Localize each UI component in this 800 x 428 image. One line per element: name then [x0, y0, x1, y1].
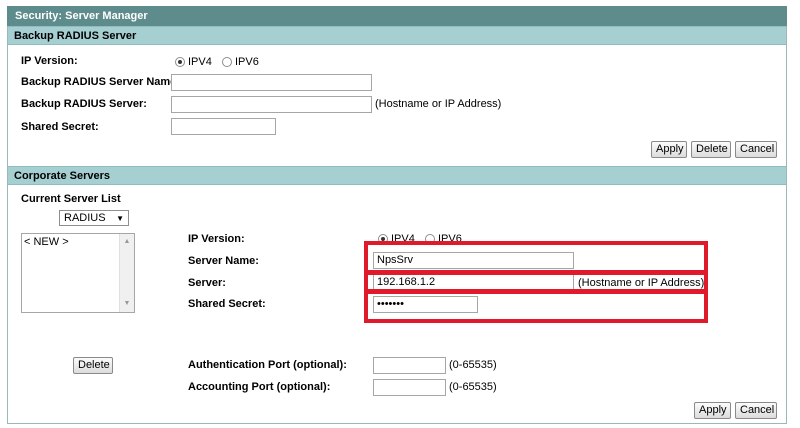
- auth-port-label: Authentication Port (optional):: [188, 359, 347, 371]
- corporate-ipv6-radio[interactable]: IPV6: [425, 232, 462, 245]
- backup-server-name-input[interactable]: [171, 74, 372, 91]
- corporate-ip-version-label: IP Version:: [188, 233, 245, 245]
- backup-server-hint: (Hostname or IP Address): [375, 98, 502, 110]
- backup-delete-button[interactable]: Delete: [691, 141, 731, 158]
- auth-port-hint: (0-65535): [449, 359, 497, 371]
- acct-port-hint: (0-65535): [449, 381, 497, 393]
- corporate-apply-button[interactable]: Apply: [694, 402, 731, 419]
- backup-ipv6-label: IPV6: [235, 55, 259, 68]
- acct-port-label: Accounting Port (optional):: [188, 381, 331, 393]
- backup-radius-section-header: Backup RADIUS Server: [8, 26, 786, 45]
- scroll-down-icon[interactable]: ▼: [120, 298, 134, 310]
- backup-server-name-label: Backup RADIUS Server Name:: [21, 76, 180, 88]
- radio-selected-icon: [175, 56, 185, 67]
- corporate-server-name-input[interactable]: NpsSrv: [373, 252, 574, 269]
- list-item[interactable]: < NEW >: [24, 236, 69, 249]
- corporate-server-name-label: Server Name:: [188, 255, 259, 267]
- corporate-secret-input[interactable]: •••••••: [373, 296, 478, 313]
- corporate-server-input[interactable]: 192.168.1.2: [373, 274, 574, 291]
- corporate-cancel-button[interactable]: Cancel: [735, 402, 777, 419]
- backup-server-label: Backup RADIUS Server:: [21, 98, 147, 110]
- backup-cancel-button[interactable]: Cancel: [735, 141, 777, 158]
- corporate-server-label: Server:: [188, 277, 226, 289]
- backup-server-input[interactable]: [171, 96, 372, 113]
- corporate-ipv4-radio[interactable]: IPV4: [378, 232, 415, 245]
- corporate-server-hint: (Hostname or IP Address): [578, 277, 705, 289]
- auth-port-input[interactable]: [373, 357, 446, 374]
- dropdown-arrow-icon: ▼: [116, 214, 124, 223]
- scroll-up-icon[interactable]: ▲: [120, 236, 134, 248]
- radio-unselected-icon: [425, 233, 435, 244]
- backup-ipv4-radio[interactable]: IPV4: [175, 55, 212, 68]
- backup-apply-button[interactable]: Apply: [651, 141, 687, 158]
- server-type-value: RADIUS: [64, 212, 106, 224]
- acct-port-input[interactable]: [373, 379, 446, 396]
- radio-unselected-icon: [222, 56, 232, 67]
- listbox-scrollbar[interactable]: ▲ ▼: [119, 234, 134, 312]
- backup-secret-label: Shared Secret:: [21, 121, 99, 133]
- corporate-delete-button[interactable]: Delete: [73, 357, 113, 374]
- corporate-ipv6-label: IPV6: [438, 232, 462, 245]
- page-title: Security: Server Manager: [7, 6, 787, 26]
- radio-selected-icon: [378, 233, 388, 244]
- server-type-select[interactable]: RADIUS ▼: [59, 210, 129, 226]
- backup-secret-input[interactable]: [171, 118, 276, 135]
- backup-ipv4-label: IPV4: [188, 55, 212, 68]
- corporate-secret-label: Shared Secret:: [188, 298, 266, 310]
- backup-ipv6-radio[interactable]: IPV6: [222, 55, 259, 68]
- server-listbox[interactable]: < NEW > ▲ ▼: [21, 233, 135, 313]
- backup-ip-version-label: IP Version:: [21, 55, 78, 67]
- corporate-servers-section-header: Corporate Servers: [8, 166, 786, 185]
- current-server-list-label: Current Server List: [21, 193, 121, 205]
- corporate-ipv4-label: IPV4: [391, 232, 415, 245]
